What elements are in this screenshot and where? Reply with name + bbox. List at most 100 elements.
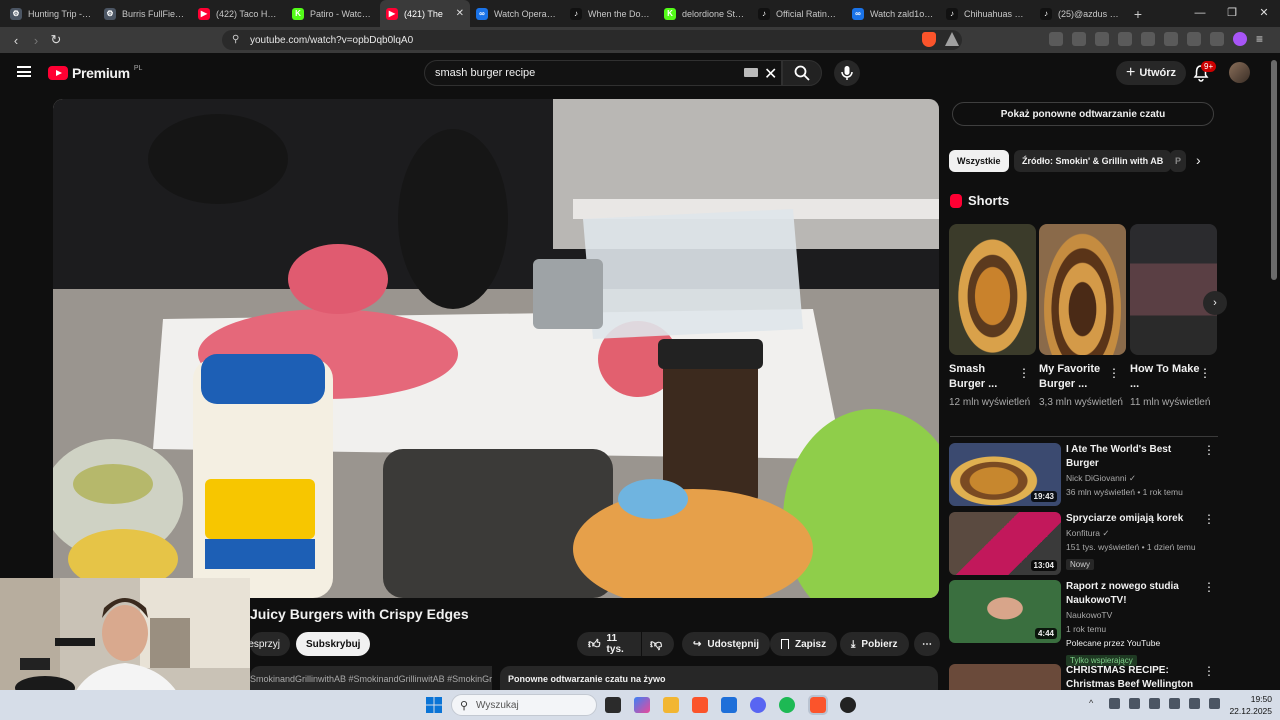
recommended-video[interactable]: 13:04 Spryciarze omijają korek Konfitura… bbox=[949, 512, 1217, 576]
profile-icon[interactable] bbox=[1233, 32, 1247, 46]
browser-tab[interactable]: ∞ Watch zald1o | St bbox=[846, 0, 940, 27]
sidebar-icon[interactable] bbox=[1141, 32, 1155, 46]
recommended-video[interactable]: 19:43 I Ate The World's Best Burger Nick… bbox=[949, 443, 1217, 507]
share-button[interactable]: ↪ Udostępnij bbox=[682, 632, 771, 656]
site-info-icon[interactable]: ⚲ bbox=[232, 34, 239, 45]
browser-tab[interactable]: ∞ Watch Operacja t bbox=[470, 0, 564, 27]
short-item[interactable]: My Favorite Burger ... 3,3 mln wyświetle… bbox=[1039, 224, 1126, 410]
tray-app-icon[interactable] bbox=[1129, 698, 1140, 709]
minimize-icon[interactable]: — bbox=[1184, 0, 1216, 27]
spotify-icon[interactable] bbox=[779, 697, 795, 713]
video-player[interactable] bbox=[53, 99, 939, 598]
shorts-next-button[interactable]: › bbox=[1203, 291, 1227, 315]
more-icon[interactable]: ⋮ bbox=[1018, 366, 1030, 380]
plus-icon: + bbox=[1126, 64, 1136, 81]
brave-icon[interactable] bbox=[692, 697, 708, 713]
chip-all[interactable]: Wszystkie bbox=[949, 150, 1009, 172]
download-button[interactable]: ⤓ Pobierz bbox=[840, 632, 909, 656]
volume-icon[interactable] bbox=[1209, 698, 1220, 709]
url-field[interactable]: ⚲ youtube.com/watch?v=opbDqb0lqA0 bbox=[222, 30, 962, 50]
channel-label: Konfitura bbox=[1066, 528, 1101, 538]
copilot-icon[interactable] bbox=[634, 697, 650, 713]
avatar[interactable] bbox=[1229, 62, 1250, 83]
browser-tab[interactable]: ▶ (422) Taco Hemin bbox=[192, 0, 286, 27]
back-icon[interactable]: ‹ bbox=[6, 33, 26, 48]
more-actions-button[interactable]: ⋯ bbox=[914, 632, 940, 656]
hamburger-menu-icon[interactable] bbox=[17, 66, 31, 77]
subscribe-button[interactable]: Subskrybuj bbox=[296, 632, 371, 656]
store-icon[interactable] bbox=[721, 697, 737, 713]
join-button[interactable]: Wesprzyj bbox=[250, 632, 290, 656]
obs-icon[interactable] bbox=[840, 697, 856, 713]
puzzle-icon[interactable] bbox=[1072, 32, 1086, 46]
music-icon[interactable] bbox=[1118, 32, 1132, 46]
browser-tab[interactable]: ▶ (421) The ✕ bbox=[380, 0, 470, 27]
close-tab-icon[interactable]: ✕ bbox=[456, 8, 464, 19]
channel-name: NaukowoTV bbox=[1066, 610, 1113, 620]
browser-tab[interactable]: ♪ Official Ratings w bbox=[752, 0, 846, 27]
clear-search-icon[interactable]: ✕ bbox=[764, 64, 777, 84]
file-explorer-icon[interactable] bbox=[663, 697, 679, 713]
windows-start-icon[interactable] bbox=[426, 697, 442, 713]
show-chat-replay-button[interactable]: Pokaż ponowne odtwarzanie czatu bbox=[952, 102, 1214, 126]
browser-tab[interactable]: ⚙ Hunting Trip - Th bbox=[4, 0, 98, 27]
chip-source[interactable]: Źródło: Smokin' & Grillin with AB bbox=[1014, 150, 1172, 172]
scrollbar[interactable] bbox=[1271, 60, 1277, 280]
system-clock[interactable]: 19:50 22.12.2025 bbox=[1229, 693, 1272, 717]
youtube-logo[interactable]: Premium PL bbox=[48, 65, 142, 81]
more-icon[interactable]: ⋮ bbox=[1108, 366, 1120, 380]
description-box[interactable]: SmokinandGrillinwithAB #SmokinandGrillin… bbox=[250, 666, 492, 690]
dislike-button[interactable]: 👎︎ bbox=[642, 632, 674, 656]
discord-icon[interactable] bbox=[750, 697, 766, 713]
browser-tab[interactable]: Kdelordione Strea bbox=[658, 0, 752, 27]
chip-more[interactable]: P bbox=[1170, 150, 1186, 172]
like-button[interactable]: 👍︎ 11 tys. bbox=[577, 632, 641, 656]
recommended-video[interactable]: CHRISTMAS RECIPE: Christmas Beef Welling… bbox=[949, 664, 1217, 690]
browser-tab[interactable]: ♪ Chihuahuas Get l bbox=[940, 0, 1034, 27]
search-input[interactable]: smash burger recipe bbox=[424, 60, 782, 86]
reload-icon[interactable]: ↻ bbox=[46, 32, 66, 48]
new-tab-icon[interactable]: + bbox=[1128, 6, 1148, 22]
more-icon[interactable]: ⋮ bbox=[1203, 443, 1215, 457]
wallet-icon[interactable] bbox=[1164, 32, 1178, 46]
sync-icon[interactable] bbox=[1095, 32, 1109, 46]
shields-icon[interactable] bbox=[922, 32, 936, 47]
mic-icon[interactable] bbox=[1169, 698, 1180, 709]
leo-icon[interactable] bbox=[1187, 32, 1201, 46]
vpn-icon[interactable] bbox=[1210, 32, 1224, 46]
tab-title: Watch zald1o | St bbox=[870, 8, 934, 19]
forward-icon[interactable]: › bbox=[26, 33, 46, 48]
more-icon[interactable]: ⋮ bbox=[1203, 664, 1215, 678]
more-icon[interactable]: ⋮ bbox=[1199, 366, 1211, 380]
short-title: Smash Burger ... bbox=[949, 363, 998, 390]
more-icon[interactable]: ⋮ bbox=[1203, 512, 1215, 526]
maximize-icon[interactable]: ❐ bbox=[1216, 0, 1248, 27]
tray-app-icon[interactable] bbox=[1149, 698, 1160, 709]
search-button[interactable] bbox=[782, 60, 822, 86]
create-button[interactable]: + Utwórz bbox=[1116, 61, 1187, 85]
live-chat-replay-panel[interactable]: Ponowne odtwarzanie czatu na żywo bbox=[500, 666, 938, 690]
close-window-icon[interactable]: ✕ bbox=[1248, 0, 1280, 27]
tray-app-icon[interactable] bbox=[1109, 698, 1120, 709]
taskbar-search[interactable]: ⚲ Wyszukaj bbox=[451, 694, 597, 716]
tray-chevron-icon[interactable]: ^ bbox=[1089, 698, 1100, 709]
browser-menu-icon[interactable]: ≡ bbox=[1256, 32, 1270, 46]
short-item[interactable]: How To Make ... 11 mln wyświetleń ⋮ bbox=[1130, 224, 1217, 410]
tab-title: When the Door C bbox=[588, 8, 652, 19]
video-frame bbox=[53, 99, 939, 598]
more-icon[interactable]: ⋮ bbox=[1203, 580, 1215, 594]
voice-search-button[interactable] bbox=[834, 60, 860, 86]
extension-icon[interactable] bbox=[1049, 32, 1063, 46]
keyboard-icon[interactable] bbox=[744, 68, 758, 77]
network-icon[interactable] bbox=[1189, 698, 1200, 709]
browser-tab[interactable]: ⚙ Burris FullField TA bbox=[98, 0, 192, 27]
browser-tab[interactable]: ♪ When the Door C bbox=[564, 0, 658, 27]
brave-active-icon[interactable] bbox=[808, 695, 828, 715]
chips-next-icon[interactable]: › bbox=[1196, 152, 1201, 168]
recommended-video[interactable]: 4:44 Raport z nowego studia NaukowoTV! N… bbox=[949, 580, 1217, 666]
save-button[interactable]: Zapisz bbox=[770, 632, 838, 656]
task-view-icon[interactable] bbox=[605, 697, 621, 713]
browser-tab[interactable]: ♪ (25)@azdus #azd bbox=[1034, 0, 1128, 27]
browser-tab[interactable]: K Patiro - Watch cli bbox=[286, 0, 380, 27]
short-item[interactable]: Smash Burger ... 12 mln wyświetleń ⋮ bbox=[949, 224, 1036, 410]
